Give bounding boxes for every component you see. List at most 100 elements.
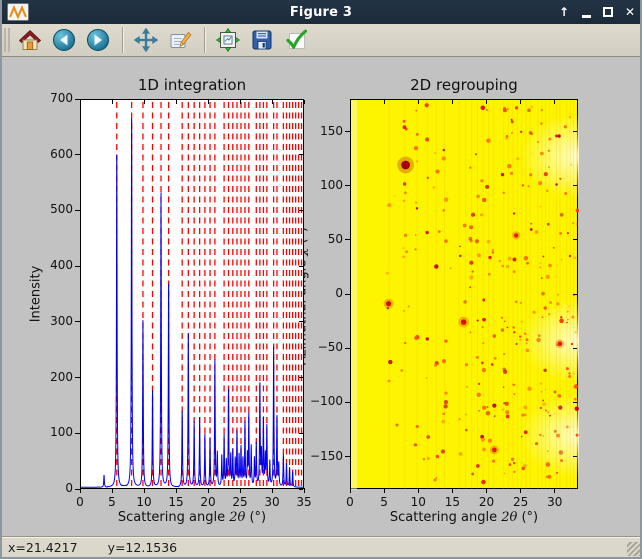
x-tick-mark <box>144 100 145 104</box>
y-tick-mark <box>345 185 350 186</box>
left-x-axis-label: Scattering angle 2θ (°) <box>80 510 304 525</box>
pan-button[interactable] <box>132 25 162 55</box>
y-tick-label: −150 <box>297 449 343 463</box>
figure-canvas[interactable]: 1D integration 2D regrouping Intensity A… <box>0 58 642 536</box>
y-tick-label: 0 <box>297 286 343 300</box>
y-tick-mark <box>75 266 80 267</box>
y-tick-mark <box>345 294 350 295</box>
y-tick-label: 500 <box>27 202 73 216</box>
y-tick-mark <box>299 99 303 100</box>
x-tick-mark <box>240 100 241 104</box>
navigation-toolbar <box>0 24 642 57</box>
y-tick-mark <box>299 154 303 155</box>
y-tick-label: 100 <box>27 425 73 439</box>
toolbar-drag-handle[interactable] <box>4 28 10 52</box>
edit-plot-button[interactable] <box>166 25 196 55</box>
forward-button[interactable] <box>84 25 114 55</box>
minimize-icon <box>582 15 591 18</box>
y-tick-label: 50 <box>297 232 343 246</box>
x-tick-mark <box>272 100 273 104</box>
y-tick-label: 400 <box>27 258 73 272</box>
y-tick-label: −50 <box>297 340 343 354</box>
y-tick-mark <box>75 99 80 100</box>
cursor-y-readout: y=12.1536 <box>108 540 178 555</box>
x-tick-mark <box>112 100 113 104</box>
x-tick-mark <box>554 100 555 104</box>
y-tick-mark <box>573 456 577 457</box>
y-tick-label: 100 <box>297 178 343 192</box>
configure-subplots-button[interactable] <box>214 25 244 55</box>
y-tick-mark <box>345 456 350 457</box>
x-tick-mark <box>384 488 385 493</box>
x-tick-mark <box>240 488 241 493</box>
y-tick-label: 600 <box>27 147 73 161</box>
y-tick-mark <box>345 239 350 240</box>
x-tick-mark <box>486 100 487 104</box>
y-tick-mark <box>573 131 577 132</box>
figure-window: Figure 3 ↑ ✕ <box>0 0 642 559</box>
cursor-x-readout: x=21.4217 <box>8 540 78 555</box>
y-tick-mark <box>299 377 303 378</box>
back-button[interactable] <box>50 25 80 55</box>
x-tick-mark <box>144 488 145 493</box>
x-tick-mark <box>112 488 113 493</box>
x-tick-mark <box>384 100 385 104</box>
validate-button[interactable] <box>282 25 312 55</box>
y-tick-mark <box>573 402 577 403</box>
y-tick-mark <box>75 489 80 490</box>
y-tick-mark <box>573 294 577 295</box>
x-tick-mark <box>418 100 419 104</box>
home-button[interactable] <box>16 25 46 55</box>
y-tick-label: 700 <box>27 91 73 105</box>
x-tick-mark <box>520 488 521 493</box>
y-tick-mark <box>299 433 303 434</box>
validate-check-icon <box>284 28 308 52</box>
pan-icon <box>134 28 158 52</box>
maximize-icon <box>603 7 613 17</box>
y-tick-mark <box>345 402 350 403</box>
x-tick-mark <box>176 100 177 104</box>
y-tick-mark <box>573 348 577 349</box>
y-tick-mark <box>299 489 303 490</box>
x-tick-mark <box>80 100 81 104</box>
x-tick-mark <box>554 488 555 493</box>
right-axes-2d-regrouping[interactable] <box>350 99 578 489</box>
y-tick-mark <box>75 154 80 155</box>
window-title: Figure 3 <box>0 5 642 20</box>
x-tick-mark <box>208 488 209 493</box>
left-plot-title: 1D integration <box>80 76 304 94</box>
1d-plot-svg <box>81 100 305 490</box>
y-tick-mark <box>573 185 577 186</box>
y-tick-mark <box>345 348 350 349</box>
close-button[interactable]: ✕ <box>622 3 638 21</box>
minimize-button[interactable] <box>578 3 594 21</box>
x-tick-mark <box>350 488 351 493</box>
y-tick-label: 150 <box>297 124 343 138</box>
y-tick-mark <box>75 321 80 322</box>
window-controls: ↑ ✕ <box>556 0 638 24</box>
x-tick-mark <box>176 488 177 493</box>
y-tick-mark <box>345 131 350 132</box>
rollup-button[interactable]: ↑ <box>556 3 572 21</box>
x-tick-mark <box>304 488 305 493</box>
y-tick-mark <box>75 210 80 211</box>
maximize-button[interactable] <box>600 3 616 21</box>
toolbar-separator <box>122 27 124 53</box>
x-tick-label: 35 <box>282 495 326 509</box>
home-icon <box>18 28 42 52</box>
x-tick-mark <box>452 488 453 493</box>
statusbar: x=21.4217 y=12.1536 <box>0 536 642 557</box>
save-button[interactable] <box>248 25 278 55</box>
back-icon <box>52 28 76 52</box>
forward-icon <box>86 28 110 52</box>
x-tick-mark <box>350 100 351 104</box>
y-tick-mark <box>299 321 303 322</box>
x-tick-mark <box>208 100 209 104</box>
resize-grip-icon[interactable] <box>627 542 641 556</box>
left-axes-1d-integration[interactable] <box>80 99 304 489</box>
titlebar[interactable]: Figure 3 ↑ ✕ <box>0 0 642 24</box>
x-tick-mark <box>452 100 453 104</box>
y-tick-mark <box>299 266 303 267</box>
configure-subplots-icon <box>216 28 240 52</box>
y-tick-mark <box>75 377 80 378</box>
